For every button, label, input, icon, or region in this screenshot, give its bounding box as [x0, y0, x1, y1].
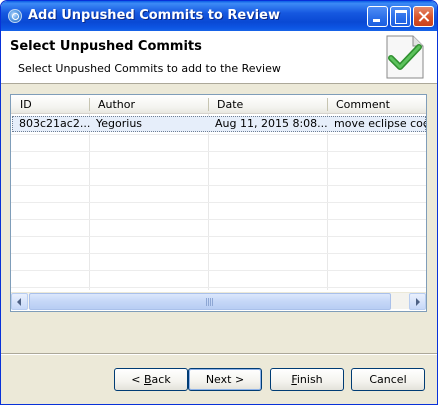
cell-author: Yegorius — [96, 117, 143, 130]
back-mnemonic: B — [144, 373, 152, 386]
window-title: Add Unpushed Commits to Review — [28, 8, 280, 23]
grid-line — [11, 202, 426, 203]
horizontal-scrollbar[interactable] — [11, 292, 426, 310]
title-bar[interactable]: Add Unpushed Commits to Review — [1, 1, 437, 31]
finish-button[interactable]: Finish — [270, 368, 344, 391]
check-document-icon — [386, 35, 424, 79]
grid-line — [11, 134, 426, 135]
eclipse-icon — [8, 9, 22, 23]
grid-line — [11, 219, 426, 220]
scroll-left-button[interactable] — [11, 293, 28, 310]
next-button[interactable]: Next > — [188, 368, 262, 391]
wizard-dialog: Add Unpushed Commits to Review Select Un… — [0, 0, 438, 405]
grid-line — [11, 151, 426, 152]
button-bar-separator — [1, 353, 437, 355]
table-row[interactable]: 803c21ac2... Yegorius Aug 11, 2015 8:08.… — [12, 116, 426, 132]
close-button[interactable] — [413, 6, 434, 27]
cancel-button[interactable]: Cancel — [351, 368, 425, 391]
grid-line — [11, 236, 426, 237]
table-header: ID Author Date Comment — [11, 95, 426, 114]
grid-line — [11, 168, 426, 169]
scroll-thumb[interactable] — [29, 293, 391, 310]
back-button[interactable]: < Back — [114, 368, 188, 391]
back-label: ack — [151, 373, 171, 386]
cell-date: Aug 11, 2015 8:08... — [215, 117, 328, 130]
table-body: 803c21ac2... Yegorius Aug 11, 2015 8:08.… — [11, 114, 426, 290]
grid-line — [11, 270, 426, 271]
cancel-label: Cancel — [369, 373, 407, 386]
next-label: Next > — [205, 373, 245, 386]
grid-line — [11, 287, 426, 288]
page-description: Select Unpushed Commits to add to the Re… — [18, 62, 281, 75]
page-title: Select Unpushed Commits — [10, 39, 202, 54]
wizard-banner: Select Unpushed Commits Select Unpushed … — [1, 31, 437, 84]
commits-table[interactable]: ID Author Date Comment 803c21ac2... Yego… — [10, 94, 427, 312]
grip-icon — [206, 298, 214, 306]
column-header-date[interactable]: Date — [208, 95, 327, 114]
column-header-id[interactable]: ID — [11, 95, 90, 114]
cell-comment: move eclipse code — [334, 117, 426, 130]
back-prefix: < — [131, 373, 144, 386]
finish-label: inish — [296, 373, 323, 386]
minimize-button[interactable] — [367, 6, 388, 27]
scroll-right-button[interactable] — [409, 293, 426, 310]
column-header-author[interactable]: Author — [89, 95, 208, 114]
column-header-comment[interactable]: Comment — [327, 95, 426, 114]
grid-line — [11, 253, 426, 254]
grid-line — [11, 185, 426, 186]
maximize-button[interactable] — [390, 6, 411, 27]
cell-id: 803c21ac2... — [19, 117, 90, 130]
